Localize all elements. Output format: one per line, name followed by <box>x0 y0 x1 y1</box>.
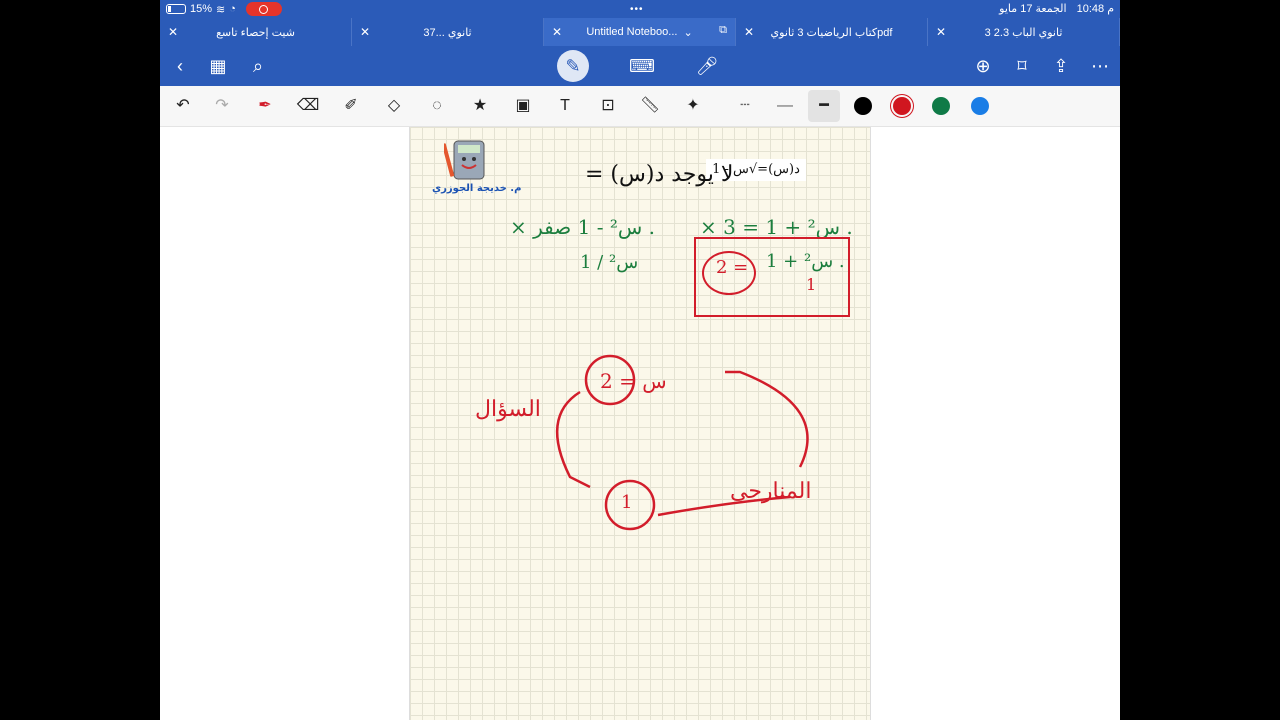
diagram-right-label: المنارجي <box>730 479 812 504</box>
pen-mode-button[interactable]: ✎ <box>557 50 589 82</box>
dashed-stroke-icon[interactable]: ┄ <box>733 94 757 118</box>
tab-math-book[interactable]: ✕ كتاب الرياضيات 3 ثانويpdf <box>736 18 928 46</box>
chevron-left-icon[interactable]: ‹ <box>168 54 192 78</box>
grid-icon[interactable]: ▦ <box>206 54 230 78</box>
thick-stroke-icon[interactable]: ━ <box>808 90 840 122</box>
diagram-arrows <box>555 354 809 531</box>
diagram-top-label: س = 2 <box>600 369 667 393</box>
top-toolbar: ‹ ▦ ⌕ ✎ ⌨ 🎤︎ ⊕ ⌑ ⇪ ⋯ <box>160 46 1120 86</box>
pen-icon: ✎ <box>565 56 581 76</box>
lasso-icon[interactable]: ◌ <box>425 94 449 118</box>
status-time: 10:48 م <box>1076 3 1114 15</box>
tab-label: Untitled Noteboo... <box>586 26 678 38</box>
image-icon[interactable]: ▣ <box>511 94 535 118</box>
tab-label: شيت إحصاء تاسع <box>216 26 295 39</box>
pen-tool-icon[interactable]: ✒ <box>253 94 277 118</box>
close-icon[interactable]: ✕ <box>552 25 562 39</box>
notebook-tab-bar: ✕ شيت إحصاء تاسع ✕ 3ثانوي ...7 ✕ Untitle… <box>160 18 1120 46</box>
ruler-icon[interactable]: 📏︎ <box>638 94 662 118</box>
chevron-down-icon[interactable]: ⌄ <box>683 26 692 39</box>
signal-icon: ◔ <box>229 3 236 15</box>
wifi-icon: ≋ <box>216 3 226 16</box>
notebook-canvas[interactable]: م. خديجة الجوزري د(س)=√س - 1 . س² - 1 صف… <box>160 127 1120 720</box>
tab-untitled-notebook[interactable]: ✕ Untitled Noteboo... ⌄ ⧉ <box>544 18 736 46</box>
status-right: الجمعة 17 مايو 10:48 م <box>999 2 1114 15</box>
text-box-icon[interactable]: T <box>553 94 577 118</box>
color-swatch-red[interactable] <box>893 97 911 115</box>
shape-icon[interactable]: ◇ <box>382 94 406 118</box>
tab-label: 3 ثانوي الباب 2.3 <box>984 26 1063 39</box>
close-icon[interactable]: ✕ <box>936 25 946 39</box>
ipad-screen: 15% ≋ ◔ ••• الجمعة 17 مايو 10:48 م ✕ شيت… <box>160 0 1120 720</box>
screen-recording-icon[interactable] <box>245 2 282 16</box>
tab-label: كتاب الرياضيات 3 ثانويpdf <box>770 26 893 39</box>
eraser-icon[interactable]: ⌫ <box>296 94 320 118</box>
tab-secondary-7[interactable]: ✕ 3ثانوي ...7 <box>352 18 544 46</box>
status-date: الجمعة 17 مايو <box>999 3 1067 15</box>
status-left: 15% ≋ ◔ <box>166 2 282 16</box>
grid-paper-page[interactable]: م. خديجة الجوزري د(س)=√س - 1 . س² - 1 صف… <box>409 127 871 720</box>
share-icon[interactable]: ⇪ <box>1049 54 1073 78</box>
laser-pointer-icon[interactable]: ✦ <box>681 94 705 118</box>
split-view-icon[interactable]: ⧉ <box>719 24 727 37</box>
multitasking-dots-icon[interactable]: ••• <box>630 4 644 15</box>
color-swatch-black[interactable] <box>854 97 872 115</box>
color-swatch-green[interactable] <box>932 97 950 115</box>
battery-icon <box>166 4 186 14</box>
close-icon[interactable]: ✕ <box>360 25 370 39</box>
diagram-bottom-label: 1 <box>621 492 633 513</box>
diagram-left-label: السؤال <box>475 397 541 422</box>
tab-label: 3ثانوي ...7 <box>423 26 472 39</box>
highlighter-icon[interactable]: ✐ <box>339 94 363 118</box>
keyboard-icon[interactable]: ⌨ <box>629 54 655 78</box>
undo-icon[interactable]: ↶ <box>171 94 195 118</box>
close-icon[interactable]: ✕ <box>744 25 754 39</box>
screenshot-icon[interactable]: ⊡ <box>596 94 620 118</box>
close-icon[interactable]: ✕ <box>168 25 178 39</box>
drawing-toolbar: ↶ ↷ ✒ ⌫ ✐ ◇ ◌ ★ ▣ T ⊡ 📏︎ ✦ ┄ — ━ <box>160 86 1120 127</box>
thin-stroke-icon[interactable]: — <box>773 94 797 118</box>
tab-chapter-2-3[interactable]: ✕ 3 ثانوي الباب 2.3 <box>928 18 1120 46</box>
tab-statistics[interactable]: ✕ شيت إحصاء تاسع <box>160 18 352 46</box>
redo-icon[interactable]: ↷ <box>210 94 234 118</box>
more-icon[interactable]: ⋯ <box>1088 54 1112 78</box>
add-page-icon[interactable]: ⊕ <box>971 54 995 78</box>
color-swatch-blue[interactable] <box>971 97 989 115</box>
sticker-icon[interactable]: ★ <box>468 94 492 118</box>
status-bar: 15% ≋ ◔ ••• الجمعة 17 مايو 10:48 م <box>160 0 1120 18</box>
bookmark-icon[interactable]: ⌑ <box>1010 54 1034 78</box>
search-icon[interactable]: ⌕ <box>246 54 270 78</box>
microphone-icon[interactable]: 🎤︎ <box>695 54 719 78</box>
battery-level: 15% <box>190 3 213 15</box>
